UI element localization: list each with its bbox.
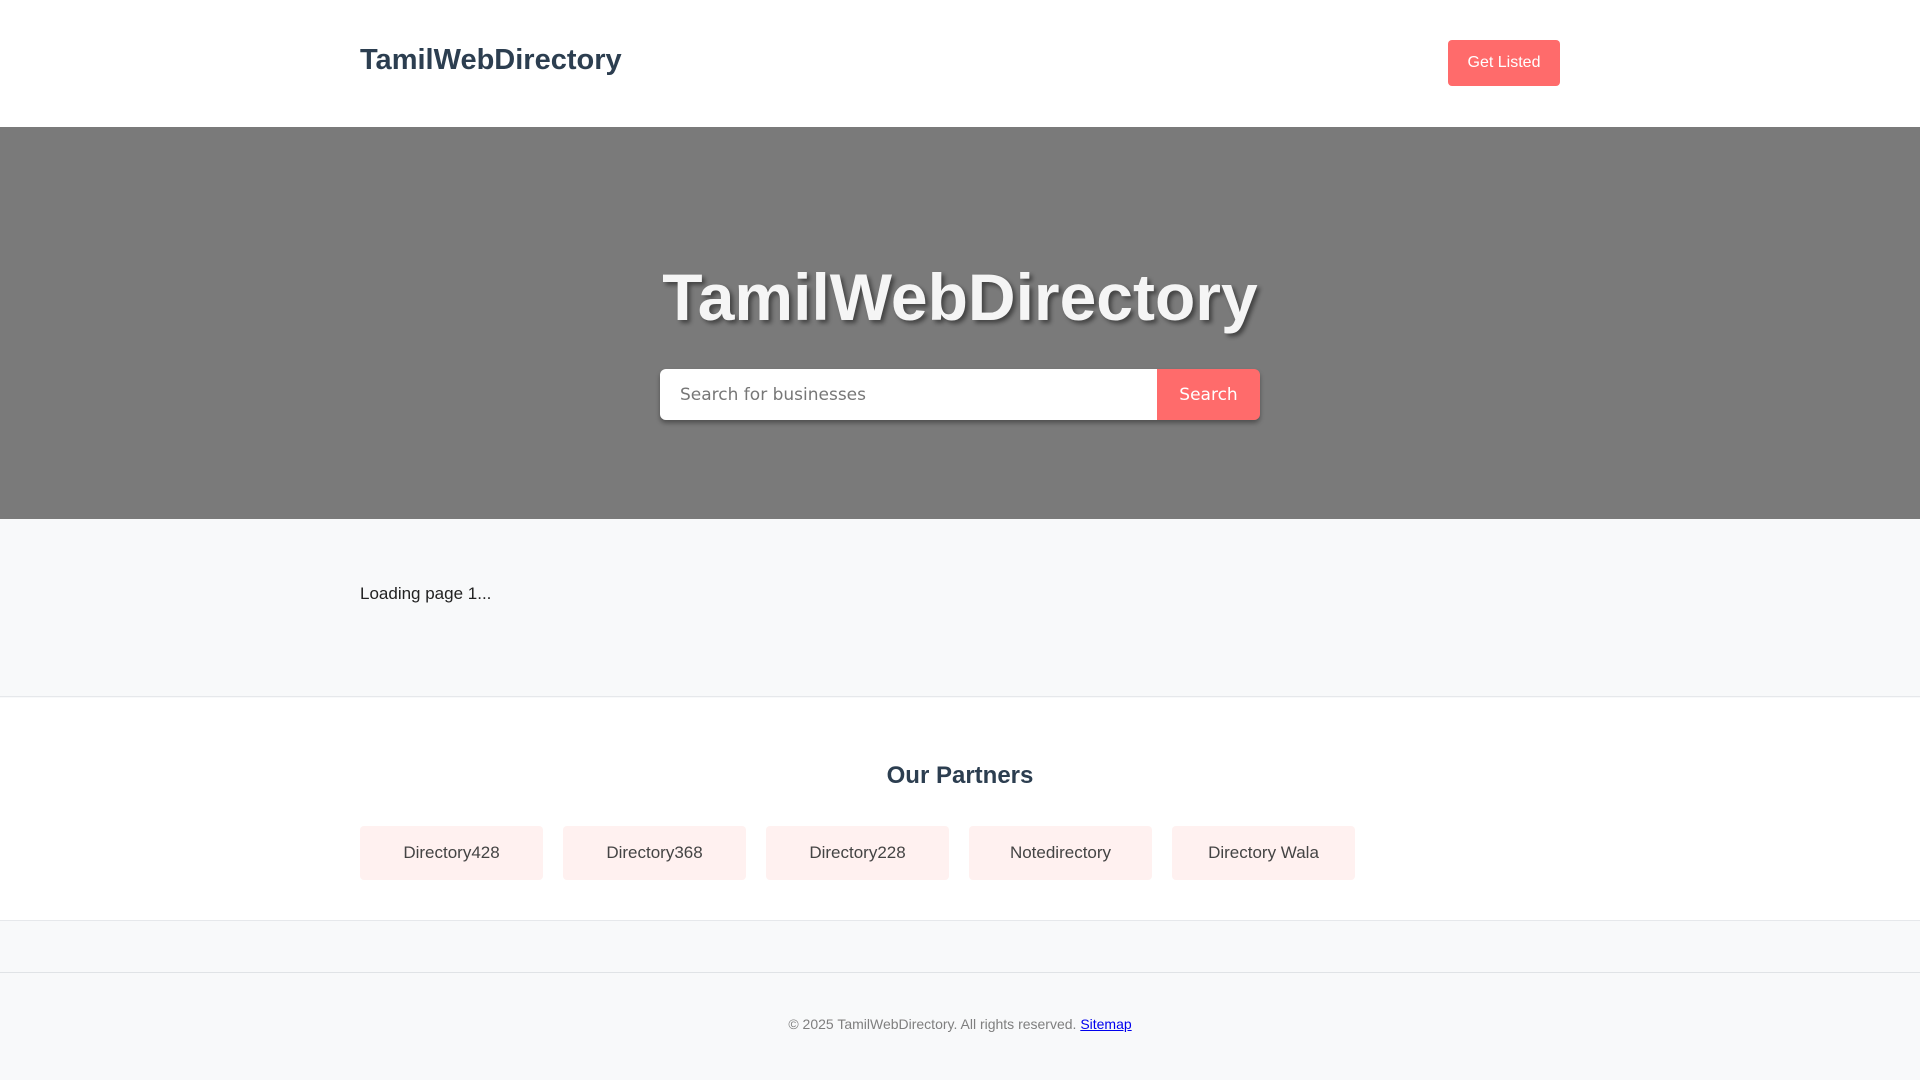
search-button[interactable]: Search	[1157, 369, 1260, 420]
footer-text: © 2025 TamilWebDirectory. All rights res…	[0, 1016, 1920, 1032]
partner-link-directory228[interactable]: Directory228	[766, 826, 949, 880]
partner-list: Directory428 Directory368 Directory228 N…	[360, 826, 1355, 880]
partner-link-directory-wala[interactable]: Directory Wala	[1172, 826, 1355, 880]
listing-area: Loading page 1...	[0, 519, 1920, 697]
partner-link-notedirectory[interactable]: Notedirectory	[969, 826, 1152, 880]
partners-heading: Our Partners	[886, 762, 1034, 789]
page: TamilWebDirectory Get Listed TamilWebDir…	[0, 0, 1920, 1080]
partner-link-directory428[interactable]: Directory428	[360, 826, 543, 880]
partner-link-directory368[interactable]: Directory368	[563, 826, 746, 880]
hero-banner: TamilWebDirectory Search	[0, 127, 1920, 519]
search-form: Search	[660, 369, 1260, 420]
search-input[interactable]	[660, 369, 1157, 420]
sitemap-link[interactable]: Sitemap	[1080, 1016, 1131, 1032]
site-footer: © 2025 TamilWebDirectory. All rights res…	[0, 972, 1920, 1080]
hero-title: TamilWebDirectory	[662, 260, 1258, 334]
get-listed-button[interactable]: Get Listed	[1448, 40, 1560, 86]
site-header: TamilWebDirectory Get Listed	[0, 0, 1920, 127]
loading-status: Loading page 1...	[360, 584, 492, 603]
copyright-text: © 2025 TamilWebDirectory. All rights res…	[788, 1016, 1077, 1032]
partners-section: Our Partners Directory428 Directory368 D…	[0, 698, 1920, 921]
site-logo-text[interactable]: TamilWebDirectory	[360, 44, 622, 77]
